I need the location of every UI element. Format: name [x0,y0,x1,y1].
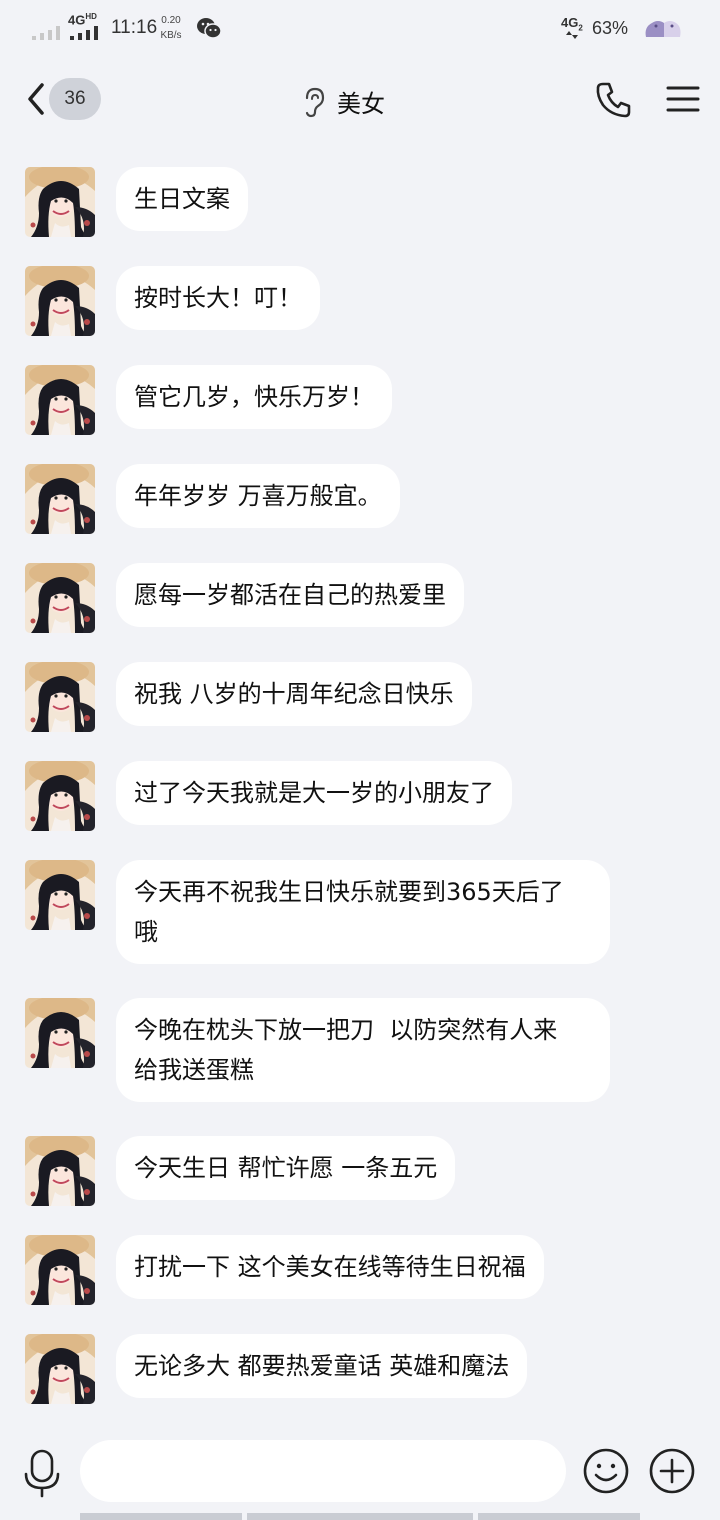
phone-call-icon[interactable] [595,80,631,118]
emoji-icon[interactable] [582,1447,630,1495]
clock: 11:16 [111,17,158,38]
chat-screen: 4GHD 11:16 0.20 KB/s 4G2 63% 36 美女 生日文案 … [0,0,720,1520]
microphone-icon[interactable] [22,1448,62,1498]
keyboard-strip [478,1513,640,1520]
add-more-icon[interactable] [648,1447,696,1495]
data-arrows-icon [566,31,578,39]
message-bubble[interactable]: 无论多大 都要热爱童话 英雄和魔法 [116,1334,528,1398]
message-bubble[interactable]: 今晚在枕头下放一把刀 以防突然有人来 给我送蛋糕 [116,998,610,1102]
keyboard-strip [80,1513,242,1520]
input-bar [0,1430,720,1520]
message-bubble[interactable]: 按时长大！叮！ [116,266,320,330]
message-bubble[interactable]: 管它几岁，快乐万岁！ [116,365,392,429]
network-speed-unit: KB/s [160,30,182,41]
status-bar: 4GHD 11:16 0.20 KB/s 4G2 63% [0,0,720,56]
avatar[interactable] [25,464,95,534]
avatar[interactable] [25,860,95,930]
signal-strength-icon [70,26,98,40]
chat-title: 美女 [337,90,385,118]
chat-header: 36 美女 [0,56,720,146]
avatar[interactable] [25,998,95,1068]
message-bubble[interactable]: 今天再不祝我生日快乐就要到365天后了 哦 [116,860,610,964]
message-bubble[interactable]: 过了今天我就是大一岁的小朋友了 [116,761,512,825]
avatar[interactable] [25,662,95,732]
network-speed: 0.20 KB/s [158,13,184,43]
earpiece-mode-icon [305,87,325,118]
message-bubble[interactable]: 祝我 八岁的十周年纪念日快乐 [116,662,472,726]
avatar[interactable] [25,1235,95,1305]
message-bubble[interactable]: 今天生日 帮忙许愿 一条五元 [116,1136,456,1200]
avatar[interactable] [25,365,95,435]
message-bubble[interactable]: 打扰一下 这个美女在线等待生日祝福 [116,1235,544,1299]
unread-count-badge[interactable]: 36 [49,78,101,120]
battery-percent: 63% [592,18,629,38]
avatar[interactable] [25,266,95,336]
network-speed-value: 0.20 [161,15,181,26]
avatar[interactable] [25,167,95,237]
message-bubble[interactable]: 生日文案 [116,167,248,231]
signal-strength-icon [32,26,60,40]
avatar[interactable] [25,1136,95,1206]
avatar[interactable] [25,563,95,633]
avatar[interactable] [25,1334,95,1404]
avatar[interactable] [25,761,95,831]
message-bubble[interactable]: 愿每一岁都活在自己的热爱里 [116,563,464,627]
back-button[interactable] [22,79,50,119]
message-bubble[interactable]: 年年岁岁 万喜万般宜。 [116,464,400,528]
keyboard-strip [247,1513,473,1520]
menu-icon[interactable] [666,84,700,114]
message-input[interactable] [80,1440,566,1502]
battery-icon [645,21,681,37]
wechat-icon [197,18,222,39]
